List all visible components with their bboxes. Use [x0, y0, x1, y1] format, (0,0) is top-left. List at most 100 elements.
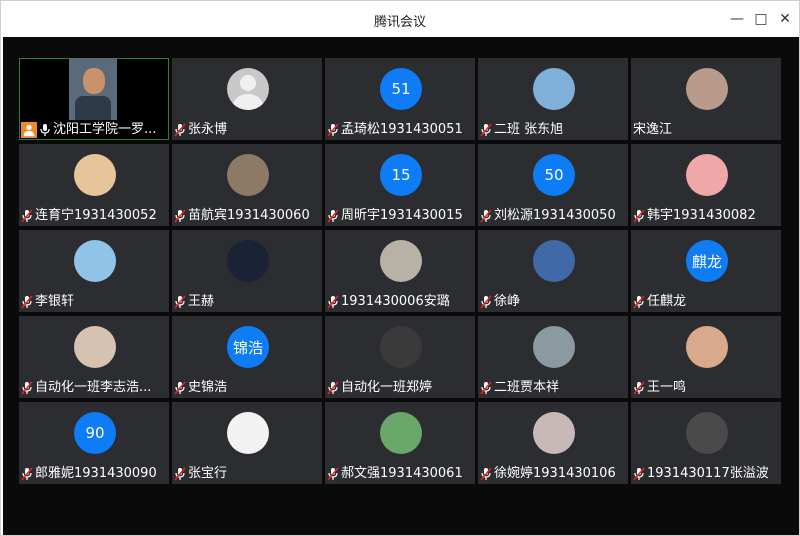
participant-name: 1931430006安璐: [341, 294, 450, 309]
mic-muted-icon: [174, 467, 186, 481]
participant-tile[interactable]: 王一鸣: [631, 316, 781, 398]
avatar: [227, 412, 269, 454]
participant-name: 周昕宇1931430015: [341, 208, 463, 223]
participant-tile[interactable]: 苗航宾1931430060: [172, 144, 322, 226]
participant-label: 王赫: [172, 292, 214, 312]
participant-tile[interactable]: 15 周昕宇1931430015: [325, 144, 475, 226]
avatar: [380, 326, 422, 368]
mic-muted-icon: [480, 381, 492, 395]
mic-muted-icon: [21, 209, 33, 223]
mic-muted-icon: [633, 295, 645, 309]
participant-name: 任麒龙: [647, 294, 687, 309]
participant-tile[interactable]: 50 刘松源1931430050: [478, 144, 628, 226]
participant-tile[interactable]: 麒龙任麒龙: [631, 230, 781, 312]
avatar: [533, 240, 575, 282]
avatar: [533, 326, 575, 368]
participant-name: 郝文强1931430061: [341, 466, 463, 481]
participant-label: 郎雅妮1931430090: [19, 464, 157, 484]
mic-muted-icon: [327, 295, 339, 309]
participant-grid: 沈阳工学院一罗... 张永博 51 孟琦松1931430051 二班 张东旭 宋逸江连育宁…: [19, 58, 781, 484]
mic-muted-icon: [174, 209, 186, 223]
avatar: [74, 154, 116, 196]
avatar: [380, 412, 422, 454]
participant-name: 王一鸣: [647, 380, 687, 395]
participant-tile[interactable]: 李银轩: [19, 230, 169, 312]
participant-tile[interactable]: 宋逸江: [631, 58, 781, 140]
participant-tile[interactable]: 二班贾本祥: [478, 316, 628, 398]
avatar: [686, 154, 728, 196]
participant-tile[interactable]: 1931430006安璐: [325, 230, 475, 312]
avatar-initials: 锦浩: [227, 326, 269, 368]
participant-name: 王赫: [188, 294, 215, 309]
video-feed: [69, 58, 117, 120]
participant-name: 徐婉婷1931430106: [494, 466, 616, 481]
avatar: [227, 240, 269, 282]
participant-tile[interactable]: 张宝行: [172, 402, 322, 484]
mic-muted-icon: [480, 295, 492, 309]
participant-name: 韩宇1931430082: [647, 208, 756, 223]
participant-name: 1931430117张溢波: [647, 466, 769, 481]
mic-muted-icon: [21, 381, 33, 395]
participant-label: 宋逸江: [631, 120, 672, 140]
participant-tile[interactable]: 王赫: [172, 230, 322, 312]
minimize-button[interactable]: —: [725, 9, 749, 29]
participant-tile[interactable]: 1931430117张溢波: [631, 402, 781, 484]
participant-label: 自动化一班李志浩...: [19, 378, 151, 398]
title-bar[interactable]: 腾讯会议 — □ ✕: [1, 1, 799, 37]
mic-muted-icon: [327, 209, 339, 223]
participant-tile[interactable]: 二班 张东旭: [478, 58, 628, 140]
participant-tile[interactable]: 徐峥: [478, 230, 628, 312]
participant-name: 苗航宾1931430060: [188, 208, 310, 223]
avatar-initials: 51: [380, 68, 422, 110]
participant-name: 自动化一班李志浩...: [35, 380, 152, 395]
video-gallery: 沈阳工学院一罗... 张永博 51 孟琦松1931430051 二班 张东旭 宋逸江连育宁…: [3, 37, 799, 535]
avatar: [74, 326, 116, 368]
participant-name: 连育宁1931430052: [35, 208, 157, 223]
participant-label: 任麒龙: [631, 292, 686, 312]
close-button[interactable]: ✕: [773, 9, 797, 29]
microphone-icon: [39, 123, 51, 137]
participant-label: 1931430117张溢波: [631, 464, 769, 484]
mic-muted-icon: [174, 381, 186, 395]
participant-label: 二班贾本祥: [478, 378, 559, 398]
participant-name: 沈阳工学院一罗...: [53, 122, 157, 137]
mic-muted-icon: [480, 123, 492, 137]
participant-tile[interactable]: 自动化一班李志浩...: [19, 316, 169, 398]
avatar: [686, 412, 728, 454]
maximize-button[interactable]: □: [749, 9, 773, 29]
participant-tile[interactable]: 郝文强1931430061: [325, 402, 475, 484]
participant-tile[interactable]: 自动化一班郑婷: [325, 316, 475, 398]
participant-label: 史锦浩: [172, 378, 227, 398]
participant-label: 连育宁1931430052: [19, 206, 157, 226]
participant-label: 徐峥: [478, 292, 520, 312]
participant-name: 徐峥: [494, 294, 521, 309]
participant-label: 王一鸣: [631, 378, 686, 398]
avatar-initials: 15: [380, 154, 422, 196]
mic-muted-icon: [174, 295, 186, 309]
mic-muted-icon: [174, 123, 186, 137]
mic-muted-icon: [21, 467, 33, 481]
participant-name: 刘松源1931430050: [494, 208, 616, 223]
participant-tile[interactable]: 徐婉婷1931430106: [478, 402, 628, 484]
participant-name: 二班贾本祥: [494, 380, 560, 395]
participant-tile[interactable]: 沈阳工学院一罗...: [19, 58, 169, 140]
participant-label: 李银轩: [19, 292, 74, 312]
participant-label: 周昕宇1931430015: [325, 206, 463, 226]
participant-tile[interactable]: 锦浩史锦浩: [172, 316, 322, 398]
avatar-initials: 麒龙: [686, 240, 728, 282]
participant-label: 张宝行: [172, 464, 227, 484]
avatar: [686, 68, 728, 110]
participant-tile[interactable]: 张永博: [172, 58, 322, 140]
mic-muted-icon: [480, 467, 492, 481]
participant-tile[interactable]: 90 郎雅妮1931430090: [19, 402, 169, 484]
participant-name: 史锦浩: [188, 380, 228, 395]
mic-muted-icon: [480, 209, 492, 223]
participant-tile[interactable]: 韩宇1931430082: [631, 144, 781, 226]
participant-tile[interactable]: 51 孟琦松1931430051: [325, 58, 475, 140]
participant-name: 二班 张东旭: [494, 122, 564, 137]
window-title: 腾讯会议: [373, 15, 426, 30]
meeting-window: 腾讯会议 — □ ✕ 沈阳工学院一罗... 张永博 51 孟琦松1931430051 二…: [0, 0, 800, 536]
mic-muted-icon: [21, 295, 33, 309]
participant-tile[interactable]: 连育宁1931430052: [19, 144, 169, 226]
avatar: [227, 154, 269, 196]
